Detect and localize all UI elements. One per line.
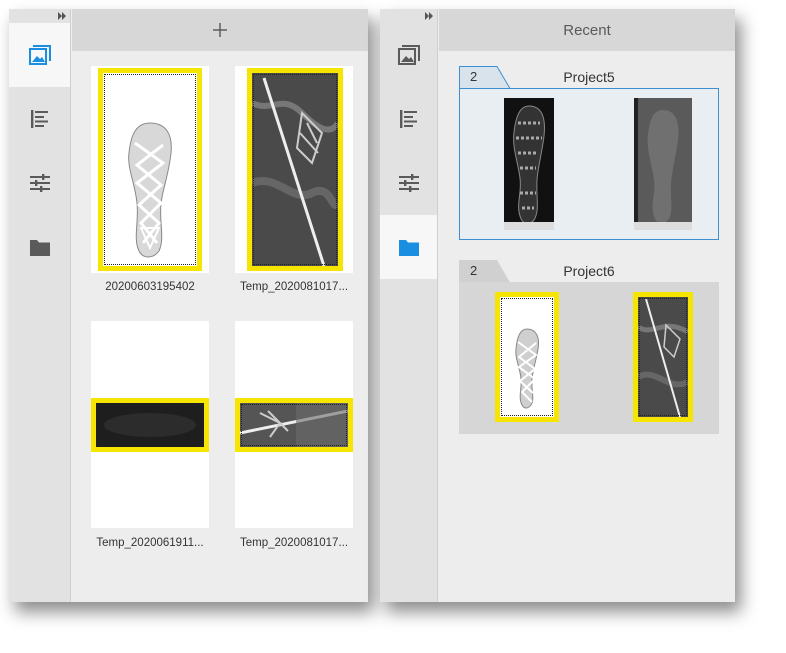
shoeprint-image [504, 98, 554, 230]
selection-box [98, 68, 202, 271]
library-content: 20200603195402 Temp_2020081017... Temp_2… [72, 9, 368, 602]
shoeprint-image [128, 122, 172, 258]
list-icon [399, 110, 417, 128]
library-header [72, 9, 368, 51]
shoeprint-image [240, 403, 348, 447]
thumbnail-4[interactable] [235, 321, 353, 528]
rail-item-images[interactable] [9, 23, 70, 87]
double-chevron-right-icon[interactable] [56, 10, 68, 22]
rail-item-images[interactable] [380, 23, 437, 87]
folder-icon [398, 239, 419, 256]
rail-item-list[interactable] [380, 87, 437, 151]
thumbnail-caption: Temp_2020061911... [96, 537, 204, 549]
thumbnail-caption: Temp_2020081017... [239, 281, 349, 293]
selection-box [633, 292, 693, 422]
selection-box [247, 68, 343, 271]
rail-item-adjust[interactable] [380, 151, 437, 215]
group-title: Project5 [563, 69, 615, 85]
thumbnail-caption: Temp_2020081017... [239, 537, 349, 549]
selection-box [495, 292, 559, 422]
double-chevron-right-icon[interactable] [423, 10, 435, 22]
folder-icon [29, 239, 50, 256]
selection-box [91, 398, 209, 452]
group-body [459, 88, 719, 240]
thumbnail-3[interactable] [91, 321, 209, 528]
images-icon [28, 45, 51, 65]
rail-item-folder[interactable] [380, 215, 437, 279]
projects-content: Recent 2 Project5 2 Project6 [439, 9, 735, 602]
shoeprint-image [638, 297, 688, 417]
shoeprint-image [96, 403, 204, 447]
shoeprint-image [252, 73, 338, 266]
header-title: Recent [563, 21, 611, 39]
group-title: Project6 [563, 263, 615, 279]
library-panel: 20200603195402 Temp_2020081017... Temp_2… [9, 9, 368, 602]
right-side-rail [380, 9, 438, 602]
left-side-rail [9, 9, 71, 602]
images-icon [397, 45, 420, 65]
sliders-icon [398, 174, 419, 192]
projects-header: Recent [439, 9, 735, 51]
group-body [459, 282, 719, 434]
thumbnail-caption: 20200603195402 [105, 281, 195, 293]
projects-panel: Recent 2 Project5 2 Project6 [380, 9, 735, 602]
selection-box [235, 398, 353, 452]
thumbnail-2[interactable] [235, 66, 353, 273]
shoeprint-image [634, 98, 692, 230]
thumbnail-1[interactable] [91, 66, 209, 273]
shoeprint-image [515, 328, 539, 409]
list-icon [30, 110, 48, 128]
rail-item-adjust[interactable] [9, 151, 70, 215]
add-image-button[interactable] [205, 15, 235, 45]
rail-item-folder[interactable] [9, 215, 70, 279]
plus-icon [213, 23, 227, 37]
sliders-icon [29, 174, 50, 192]
rail-item-list[interactable] [9, 87, 70, 151]
